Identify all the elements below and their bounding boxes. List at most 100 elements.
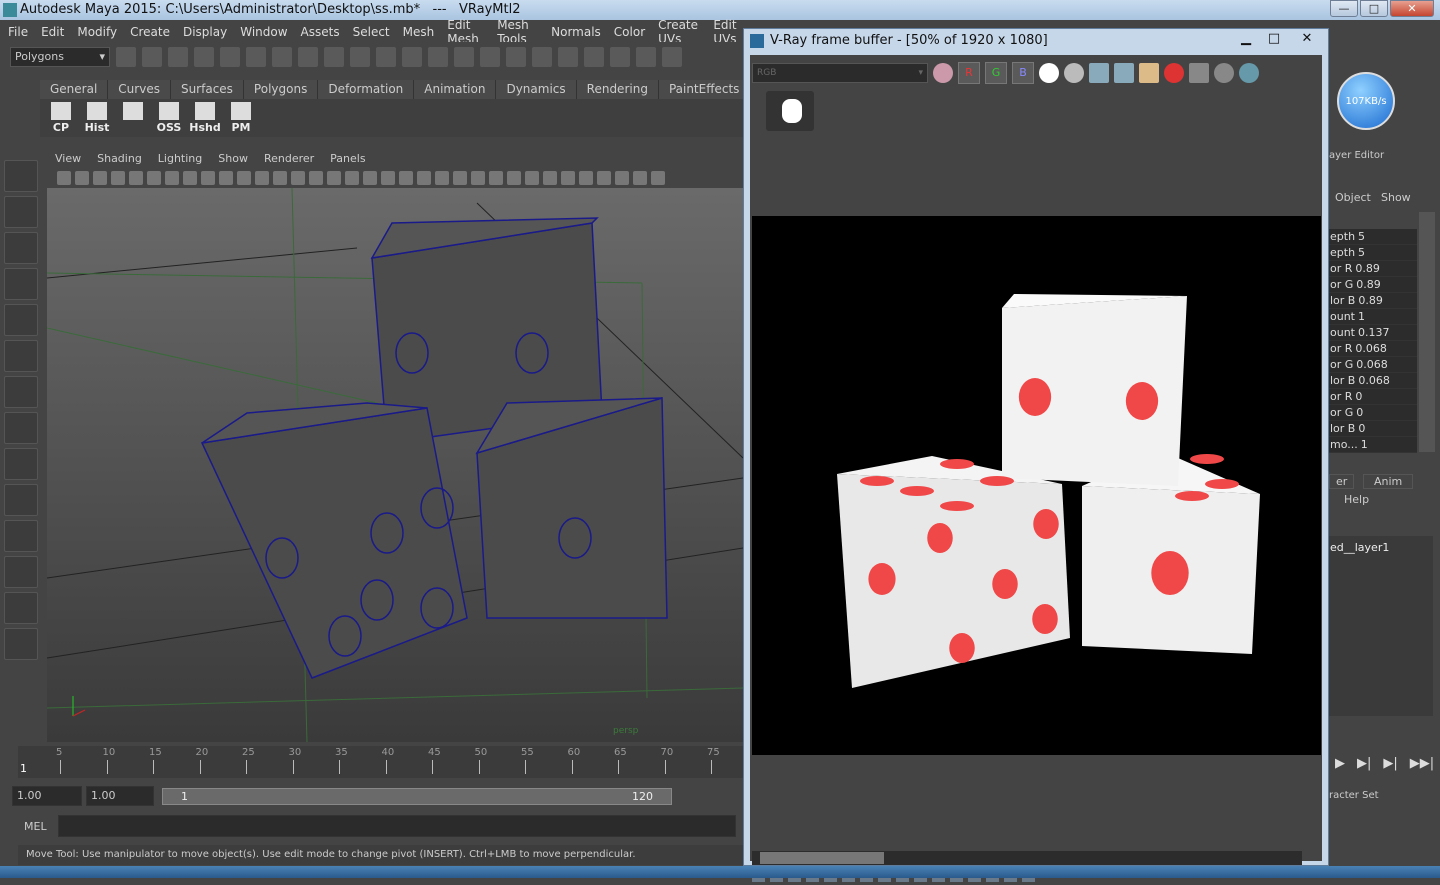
- rotate-tool-icon[interactable]: [4, 304, 38, 336]
- viewport-tool-icon[interactable]: [219, 170, 233, 185]
- channel-row[interactable]: epth 5: [1329, 245, 1417, 261]
- viewport-tool-icon[interactable]: [561, 170, 575, 185]
- viewport-tool-icon[interactable]: [597, 170, 611, 185]
- viewport-tool-icon[interactable]: [417, 170, 431, 185]
- status-tool-icon[interactable]: [558, 47, 578, 67]
- shelf-tab[interactable]: Rendering: [576, 80, 659, 99]
- save-icon[interactable]: [1089, 63, 1109, 83]
- channel-value[interactable]: 0.89: [1355, 294, 1383, 307]
- layer-item[interactable]: ed__layer1: [1330, 541, 1389, 554]
- status-tool-icon[interactable]: [350, 47, 370, 67]
- channel-value[interactable]: 0: [1355, 422, 1365, 435]
- viewport-tool-icon[interactable]: [165, 170, 179, 185]
- viewport-menu-lighting[interactable]: Lighting: [158, 150, 202, 167]
- viewport-tool-icon[interactable]: [201, 170, 215, 185]
- viewport-tool-icon[interactable]: [399, 170, 413, 185]
- viewport-tool-icon[interactable]: [579, 170, 593, 185]
- channel-row[interactable]: epth 5: [1329, 229, 1417, 245]
- viewport-menu-show[interactable]: Show: [218, 150, 248, 167]
- layout-two-icon[interactable]: [4, 484, 38, 516]
- channel-value[interactable]: 0.068: [1352, 342, 1387, 355]
- viewport-menu-renderer[interactable]: Renderer: [264, 150, 314, 167]
- channel-value[interactable]: 0: [1352, 390, 1362, 403]
- channel-value[interactable]: 5: [1355, 246, 1365, 259]
- time-slider[interactable]: 1 5 10 15 20 25 30 35 40 45 50 55 60 65 70 75: [18, 746, 743, 778]
- viewport-tool-icon[interactable]: [255, 170, 269, 185]
- menu-assets[interactable]: Assets: [301, 25, 340, 39]
- channel-value[interactable]: 5: [1355, 230, 1365, 243]
- lasso-tool-icon[interactable]: [4, 196, 38, 228]
- shelf-button[interactable]: PM: [226, 102, 256, 134]
- shelf-button[interactable]: CP: [46, 102, 76, 134]
- menu-create[interactable]: Create: [130, 25, 170, 39]
- go-to-end-button[interactable]: ▶▶|: [1410, 756, 1434, 771]
- last-tool-icon[interactable]: [4, 376, 38, 408]
- status-tool-icon[interactable]: [272, 47, 292, 67]
- step-forward-button[interactable]: ▶|: [1357, 756, 1371, 771]
- viewport-tool-icon[interactable]: [345, 170, 359, 185]
- current-time-field[interactable]: 1.00: [86, 786, 154, 806]
- channel-row[interactable]: or G0: [1329, 405, 1417, 421]
- shelf-tab[interactable]: Deformation: [318, 80, 415, 99]
- shelf-button[interactable]: [118, 102, 148, 134]
- mode-select[interactable]: Polygons: [10, 47, 110, 67]
- shelf-tab[interactable]: Animation: [414, 80, 497, 99]
- save-all-icon[interactable]: [1114, 63, 1134, 83]
- viewport-tool-icon[interactable]: [129, 170, 143, 185]
- status-tool-icon[interactable]: [194, 47, 214, 67]
- shelf-tab[interactable]: Surfaces: [170, 80, 244, 99]
- channel-scrollbar[interactable]: [1419, 212, 1435, 452]
- viewport-tool-icon[interactable]: [615, 170, 629, 185]
- viewport-tool-icon[interactable]: [75, 170, 89, 185]
- channel-value[interactable]: 0: [1353, 406, 1363, 419]
- menu-window[interactable]: Window: [240, 25, 287, 39]
- status-tool-icon[interactable]: [636, 47, 656, 67]
- channel-row[interactable]: lor B 0.89: [1329, 293, 1417, 309]
- blue-channel-button[interactable]: B: [1012, 62, 1034, 84]
- mono-icon[interactable]: [1064, 63, 1084, 83]
- shelf-button[interactable]: OSS: [154, 102, 184, 134]
- menu-color[interactable]: Color: [614, 25, 645, 39]
- status-tool-icon[interactable]: [610, 47, 630, 67]
- channel-value[interactable]: 0.068: [1355, 374, 1390, 387]
- shelf-tab[interactable]: Polygons: [243, 80, 319, 99]
- vray-maximize-button[interactable]: □: [1262, 31, 1286, 46]
- play-forward-button[interactable]: ▶: [1335, 756, 1345, 771]
- status-tool-icon[interactable]: [116, 47, 136, 67]
- channel-menu-show[interactable]: Show: [1381, 191, 1411, 204]
- viewport-tool-icon[interactable]: [327, 170, 341, 185]
- channel-row[interactable]: or R0: [1329, 389, 1417, 405]
- channel-value[interactable]: 1: [1355, 310, 1365, 323]
- status-tool-icon[interactable]: [142, 47, 162, 67]
- region-icon[interactable]: [1189, 63, 1209, 83]
- layer-tab-display[interactable]: er: [1329, 474, 1355, 489]
- shelf-tab[interactable]: PaintEffects: [658, 80, 751, 99]
- channel-row[interactable]: or G 0.068: [1329, 357, 1417, 373]
- viewport-tool-icon[interactable]: [525, 170, 539, 185]
- channel-value[interactable]: 0.137: [1355, 326, 1390, 339]
- menu-file[interactable]: File: [8, 25, 28, 39]
- layout-hypershade-icon[interactable]: [4, 592, 38, 624]
- channel-value[interactable]: 1: [1358, 438, 1368, 451]
- next-key-button[interactable]: ▶|: [1383, 756, 1397, 771]
- status-tool-icon[interactable]: [480, 47, 500, 67]
- status-tool-icon[interactable]: [662, 47, 682, 67]
- channel-row[interactable]: or G 0.89: [1329, 277, 1417, 293]
- menu-mesh[interactable]: Mesh: [403, 25, 435, 39]
- status-tool-icon[interactable]: [168, 47, 188, 67]
- viewport-tool-icon[interactable]: [507, 170, 521, 185]
- viewport-tool-icon[interactable]: [291, 170, 305, 185]
- viewport-tool-icon[interactable]: [471, 170, 485, 185]
- viewport-tool-icon[interactable]: [363, 170, 377, 185]
- mel-input[interactable]: [58, 815, 736, 837]
- menu-select[interactable]: Select: [353, 25, 390, 39]
- channel-row[interactable]: ount 1: [1329, 309, 1417, 325]
- menu-display[interactable]: Display: [183, 25, 227, 39]
- paint-select-icon[interactable]: [4, 232, 38, 264]
- channel-row[interactable]: mo... 1: [1329, 437, 1417, 453]
- status-tool-icon[interactable]: [246, 47, 266, 67]
- scale-tool-icon[interactable]: [4, 340, 38, 372]
- close-button[interactable]: ✕: [1390, 0, 1434, 17]
- viewport-tool-icon[interactable]: [489, 170, 503, 185]
- channel-row[interactable]: or R 0.068: [1329, 341, 1417, 357]
